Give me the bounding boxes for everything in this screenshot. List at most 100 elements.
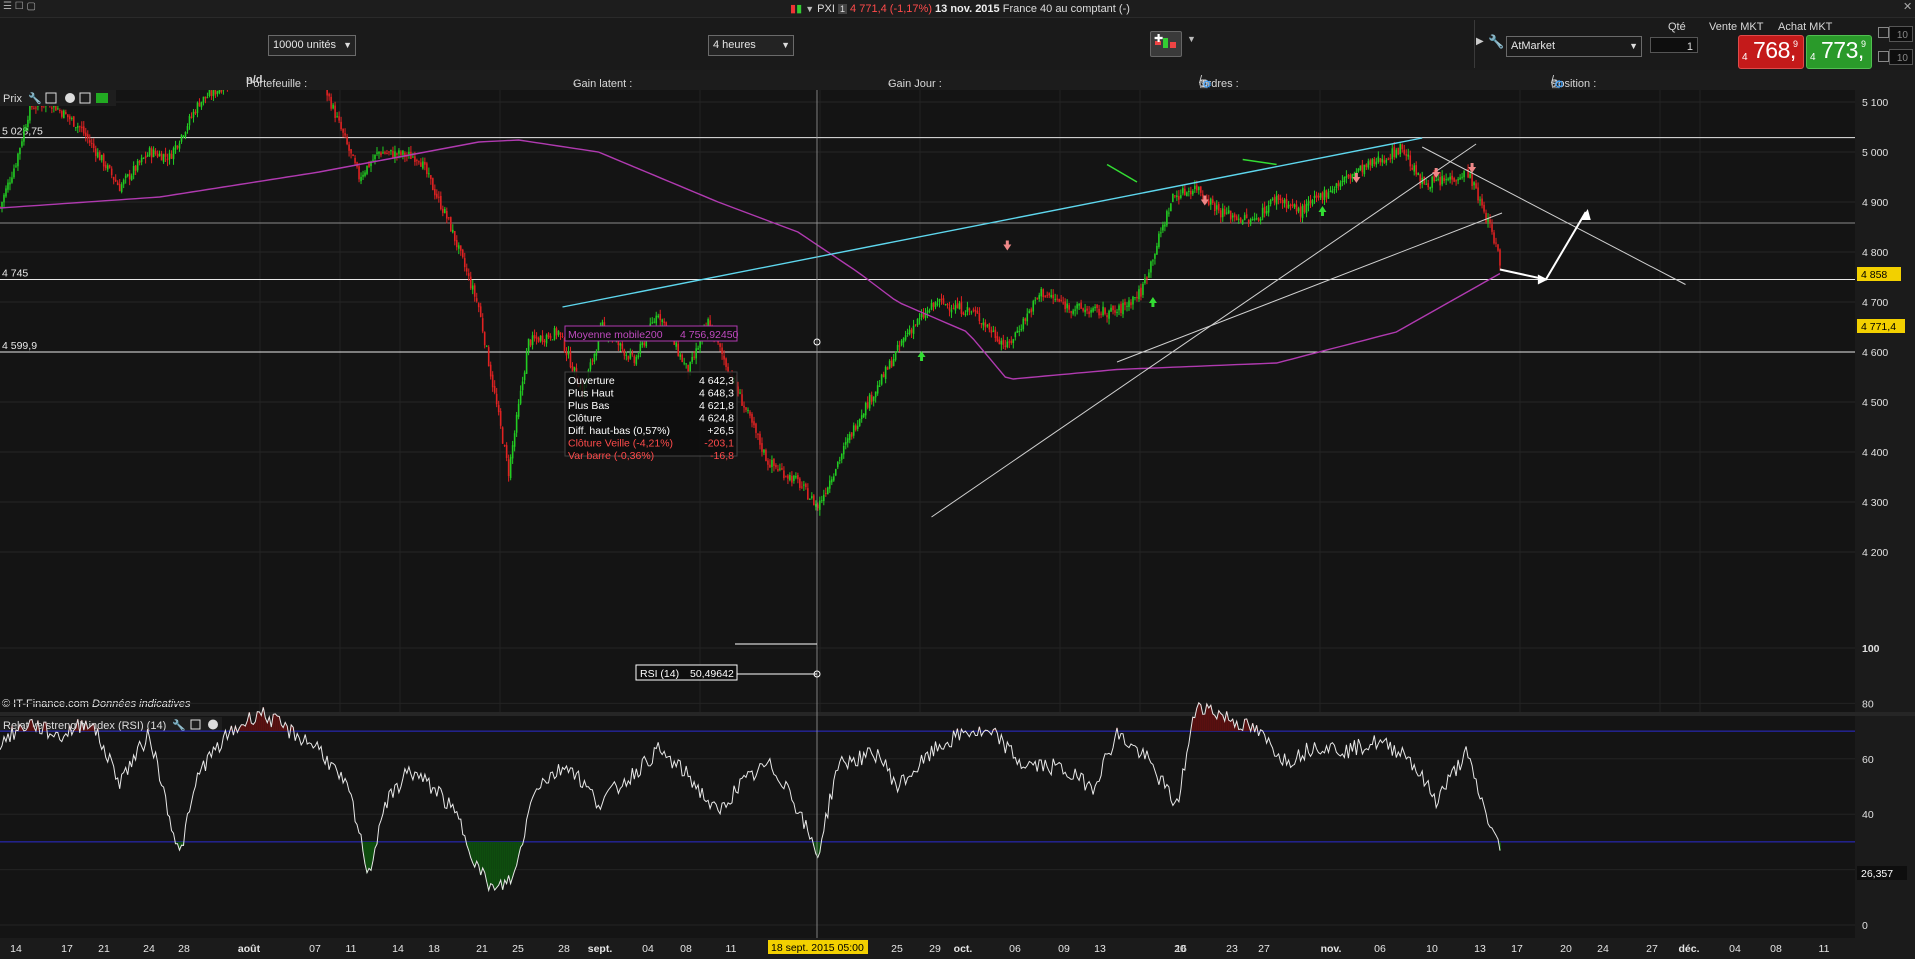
arrow-stem [1470, 163, 1474, 167]
candle-body [838, 459, 841, 461]
candle-body [799, 478, 801, 488]
o-value-input[interactable]: 10 [1889, 49, 1913, 65]
candle-body [1110, 307, 1112, 312]
chart-type-icon[interactable] [96, 93, 108, 103]
candle-body [1495, 242, 1497, 244]
panel-separator[interactable] [0, 712, 1915, 716]
candle-body [864, 402, 867, 416]
candle-body [334, 105, 336, 118]
candle-body [719, 343, 721, 347]
close-circle-icon[interactable] [208, 719, 218, 730]
candle-body [1335, 183, 1338, 189]
time-tick: 10 [1426, 943, 1438, 955]
close-icon[interactable]: ✕ [1903, 0, 1912, 13]
candle-body [934, 301, 937, 308]
candle-body [751, 413, 753, 423]
candle-body [561, 336, 564, 338]
arrow-stem [1434, 168, 1438, 172]
candle-body [809, 498, 811, 500]
candle-body [1455, 180, 1457, 182]
candle-body [148, 147, 151, 156]
candle-body [918, 317, 921, 319]
candle-body [1267, 205, 1270, 213]
candle-body [1056, 298, 1058, 300]
candle-body [51, 107, 53, 109]
price-tick: 4 700 [1862, 297, 1888, 309]
candle-body [1247, 219, 1250, 223]
candle-body [904, 335, 907, 340]
s-checkbox[interactable] [1878, 27, 1889, 38]
candle-body [190, 117, 193, 119]
candle-body [595, 351, 598, 356]
candle-body [914, 324, 917, 326]
candle-body [1000, 340, 1003, 345]
candle-body [1156, 245, 1158, 255]
chevron-down-icon[interactable]: ▼ [805, 4, 814, 14]
chart-background [0, 90, 1855, 959]
candle-body [378, 151, 380, 154]
time-tick: 18 [428, 943, 440, 955]
last-change: 4 771,4 (-1,17%) [850, 3, 932, 15]
candle-body [1184, 188, 1186, 195]
candle-body [1419, 174, 1422, 186]
period-select-value: 4 heures [713, 39, 756, 51]
instrument-title: ▮▮ ▼ PXI 1 4 771,4 (-1,17%) 13 nov. 2015… [790, 2, 1130, 15]
candle-body [910, 329, 913, 333]
candle-body [432, 178, 434, 191]
candle-body [330, 96, 332, 109]
candle-body [767, 460, 769, 465]
candle-body [573, 366, 576, 371]
candle-body [1313, 195, 1316, 199]
latent-label: Gain latent : [573, 78, 633, 90]
candle-body [749, 411, 751, 416]
candle-body [194, 111, 197, 114]
close-circle-icon[interactable] [65, 93, 75, 103]
candle-body [1148, 272, 1150, 278]
chart-canvas[interactable]: 5 028,75 4 745 4 599,9 Prix 🔧 Moyenne mobi… [0, 90, 1915, 959]
candle-body [25, 126, 27, 131]
candle-body [19, 147, 21, 155]
candle-body [80, 126, 83, 129]
wrench-icon[interactable]: 🔧 [28, 91, 42, 105]
candle-body [906, 332, 909, 334]
candle-body [412, 156, 414, 158]
candle-body [436, 193, 438, 198]
candle-body [1363, 164, 1366, 175]
candle-body [775, 464, 777, 468]
chart-tools-button[interactable]: ✚ [1150, 31, 1182, 57]
s-value-input[interactable]: 10 [1889, 26, 1913, 42]
candle-body [759, 433, 761, 445]
candle-body [1433, 175, 1435, 182]
candle-body [884, 366, 887, 380]
sell-market-button[interactable]: 4 768, 9 [1738, 35, 1804, 69]
candle-body [152, 149, 155, 157]
candle-body [402, 150, 404, 155]
candle-body [854, 425, 857, 430]
order-type-select[interactable]: AtMarket ▼ [1506, 36, 1642, 57]
candle-body [1447, 178, 1449, 180]
candle-body [144, 156, 147, 159]
wrench-icon[interactable]: 🔧 [1488, 34, 1504, 50]
period-select[interactable]: 4 heures ▼ [708, 35, 794, 56]
window-controls-icon[interactable]: ☰ ☐ ▢ [3, 1, 36, 12]
candle-body [140, 157, 143, 163]
quantity-select[interactable]: 10000 unités ▼ [268, 35, 356, 56]
buy-market-button[interactable]: 4 773, 9 [1806, 35, 1872, 69]
candle-body [950, 309, 953, 313]
chevron-down-icon[interactable]: ▼ [1187, 34, 1196, 44]
candle-body [35, 107, 37, 109]
candle-body [517, 403, 520, 417]
buy-sup: 9 [1861, 39, 1867, 49]
candle-body [1106, 315, 1108, 318]
candle-body [1219, 210, 1222, 218]
candle-body [1357, 168, 1360, 172]
wrench-icon[interactable]: 🔧 [172, 718, 186, 732]
expand-arrow-icon[interactable]: ▶ [1476, 36, 1484, 47]
candle-body [1397, 147, 1400, 155]
candle-body [511, 445, 514, 459]
candle-body [118, 184, 121, 192]
candle-body [547, 333, 550, 338]
candle-body [1305, 203, 1308, 214]
quantity-input[interactable]: 1 [1650, 37, 1698, 53]
o-checkbox[interactable] [1878, 51, 1889, 62]
